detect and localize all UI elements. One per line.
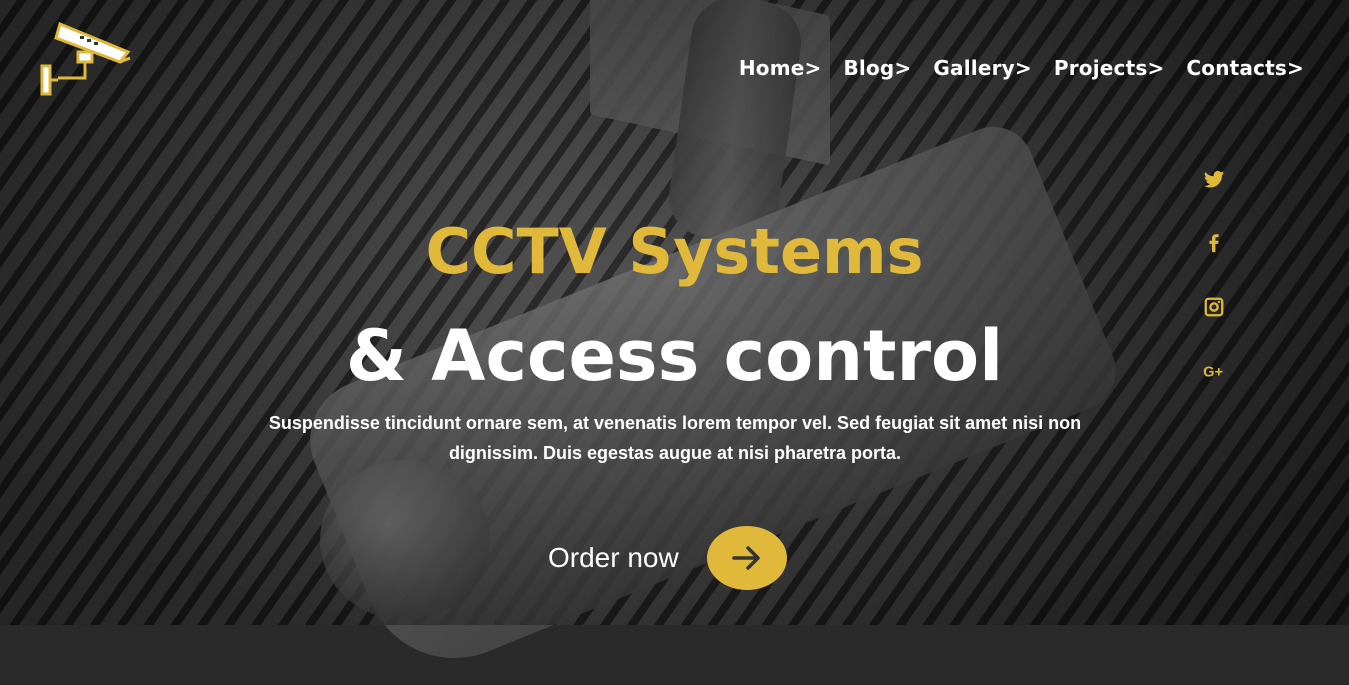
main-nav: Home> Blog> Gallery> Projects> Contacts> — [739, 56, 1304, 80]
order-now-label[interactable]: Order now — [548, 542, 679, 574]
order-now-button[interactable] — [706, 526, 787, 590]
hero-title: CCTV Systems — [425, 215, 924, 288]
hero-description: Suspendisse tincidunt ornare sem, at ven… — [268, 413, 1082, 463]
arrow-right-icon — [731, 546, 760, 570]
nav-gallery[interactable]: Gallery> — [933, 56, 1031, 80]
instagram-icon[interactable] — [1203, 296, 1225, 318]
nav-contacts[interactable]: Contacts> — [1186, 56, 1304, 80]
nav-blog[interactable]: Blog> — [843, 56, 911, 80]
logo-cctv-camera-icon[interactable] — [38, 18, 134, 100]
hero-subtitle: & Access control — [345, 315, 1004, 397]
twitter-icon[interactable] — [1203, 168, 1225, 190]
order-now-cta[interactable]: Order now — [548, 526, 787, 590]
nav-projects[interactable]: Projects> — [1054, 56, 1165, 80]
nav-home[interactable]: Home> — [739, 56, 822, 80]
